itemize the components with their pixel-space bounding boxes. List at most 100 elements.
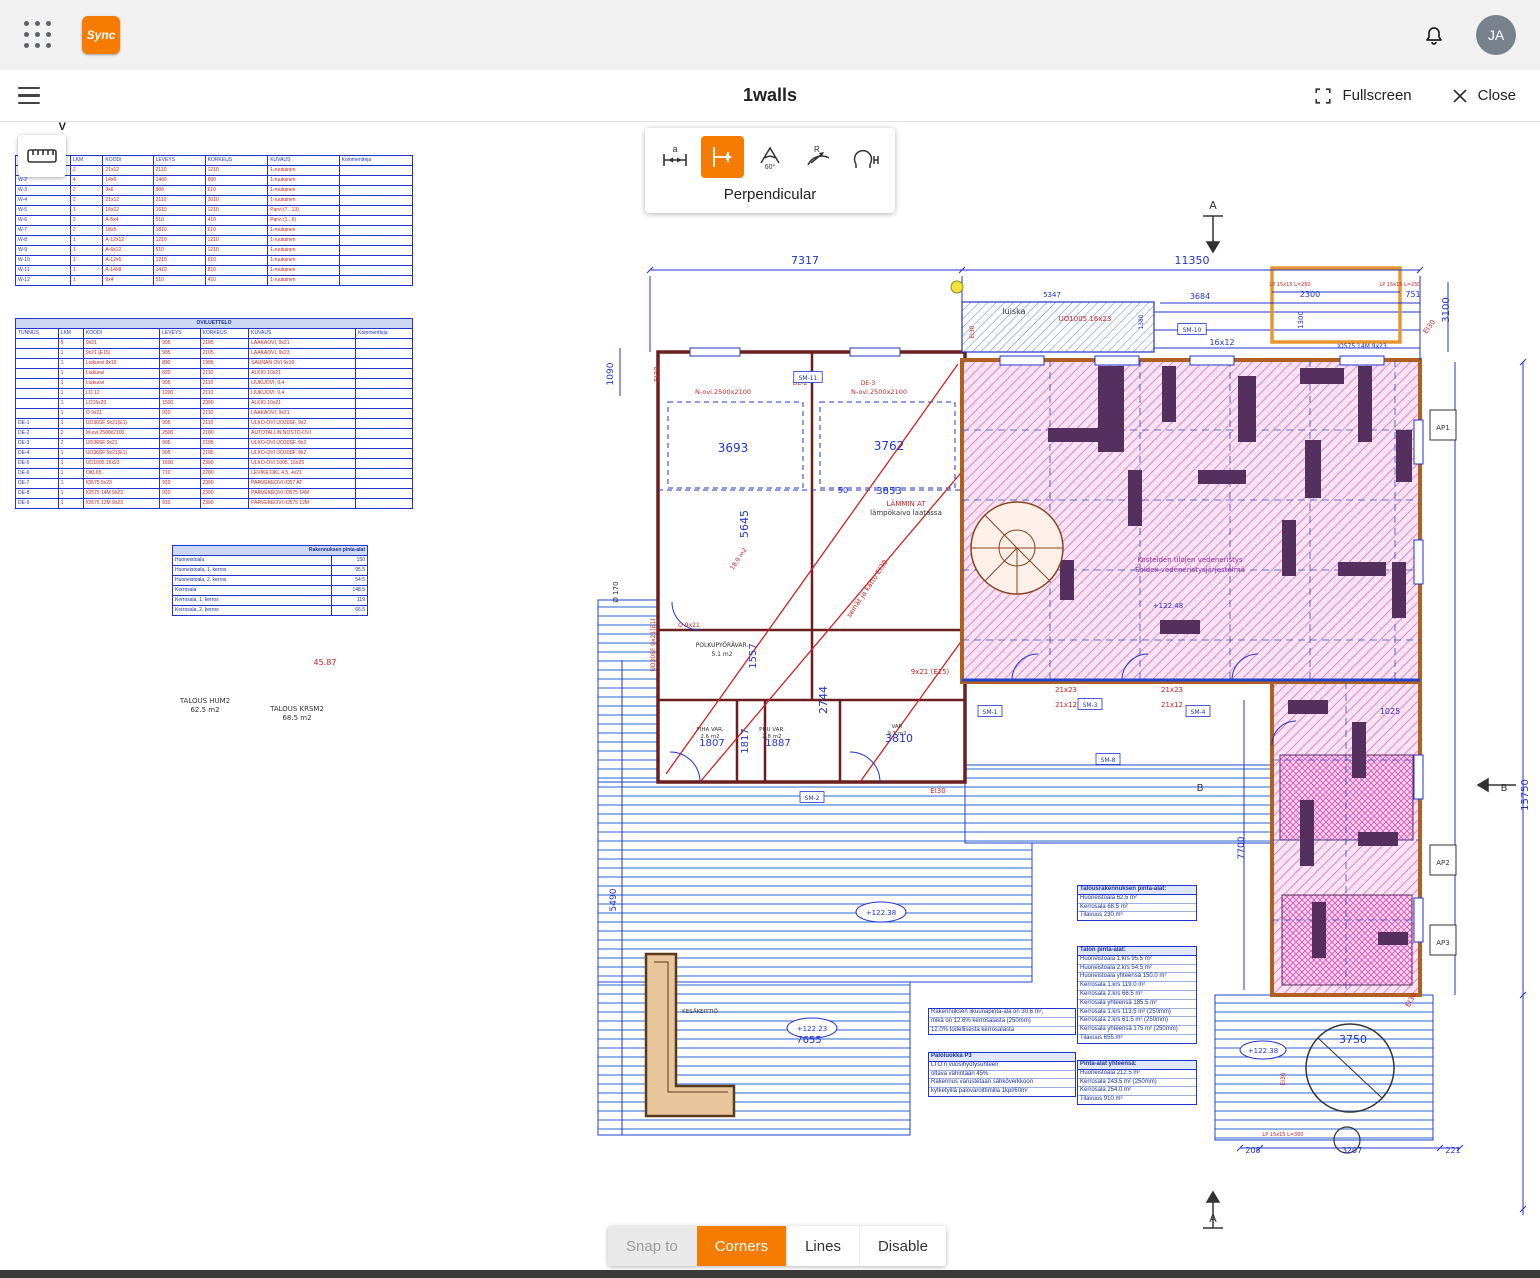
aligned-dimension-tool[interactable]: a [653, 136, 697, 178]
plan-label: lämpökaivo laatassa [870, 509, 942, 517]
survey-point [951, 281, 963, 293]
table-row: W-329x69006101-ruutuinen [16, 186, 413, 196]
plan-label: 50 [838, 486, 848, 495]
snap-lines-button[interactable]: Lines [786, 1226, 859, 1266]
apps-grid-icon[interactable] [24, 21, 52, 49]
ramp-luiska [962, 302, 1154, 352]
plan-label: 3207 [1342, 1146, 1362, 1155]
spiral-stair [971, 502, 1063, 594]
table-row: 19x21 (E15)9052105LAAKAOVI, 9x23 [16, 349, 413, 359]
fullscreen-button[interactable]: Fullscreen [1314, 87, 1411, 105]
close-button[interactable]: Close [1452, 87, 1516, 104]
arc-dimension-tool[interactable] [843, 136, 887, 178]
table-row: DE-22M-ovi 2500x210025002100AUTOTALLIN N… [16, 429, 413, 439]
table-row: DE-91IO575 12M 9x239102300PARVEKEOVI IO5… [16, 499, 413, 509]
table-row: W-91A-6x1261012101-ruutuinen [16, 246, 413, 256]
table-row: DE-81IO575 14M 9x239102300PARVEKEOVI IO5… [16, 489, 413, 499]
plan-label: 221 [1445, 1146, 1460, 1155]
plan-label: SM-3 [1083, 702, 1098, 709]
plan-label: 3693 [718, 441, 749, 455]
table-row: 1O 9x219102110LAAKAOVI, 9x21 [16, 409, 413, 419]
plan-label: 9x21 (E15) [911, 668, 950, 676]
sync-logo[interactable]: Sync [82, 16, 120, 54]
menu-icon[interactable] [18, 87, 40, 105]
angle-dimension-icon: 60° [755, 144, 785, 170]
shortcut-v-label: V [59, 121, 66, 133]
table-row: 1Liukuovi8202110ALKIO 10x21 [16, 369, 413, 379]
plan-label: IO575 14M 9x23 [1337, 343, 1387, 350]
snap-disable-button[interactable]: Disable [859, 1226, 946, 1266]
floor-plan-canvas[interactable]: 7317113503100157501090549036933762385350… [0, 122, 1540, 1270]
active-tool-label: Perpendicular [653, 186, 887, 203]
table-row: 1LO 1212002110LIUKUOVI, 9,4 [16, 389, 413, 399]
canopy-outline [1272, 268, 1400, 342]
table-row: Kerrosala148.5 [173, 586, 368, 596]
plan-label: UO1005 16x23 [1059, 315, 1112, 323]
plan-label: DE-3 [861, 380, 876, 387]
table-row: W-111A-14x814108101-ruutuinen [16, 266, 413, 276]
document-title: 1walls [0, 85, 1540, 106]
plan-label: 3684 [1190, 292, 1210, 301]
table-row: DE-51UO1005 16x2316002300ULKO-OVI 1005, … [16, 459, 413, 469]
plan-info-box: Rakennuksen likuunapinta-ala on 30,6 m²,… [928, 1008, 1076, 1035]
perpendicular-dimension-tool[interactable] [701, 136, 745, 178]
user-avatar[interactable]: JA [1476, 15, 1516, 55]
plan-label: EI30 [653, 366, 661, 381]
plan-label: LÄMMIN AT [887, 499, 927, 508]
plan-info-box: Talousrakennuksen pinta-alat:Huoneistoal… [1077, 885, 1197, 921]
table-row: W-62A-5x4510410Parvi (1...6) [16, 216, 413, 226]
measure-tool-button[interactable]: V [18, 135, 66, 177]
plan-label: LP 15x15 L=300 [1262, 1132, 1303, 1138]
plan-label: PUU VAR. [759, 727, 785, 733]
ruler-icon [27, 146, 57, 166]
plan-label: SM-10 [1183, 327, 1202, 334]
close-label: Close [1478, 87, 1516, 104]
table-row: W-101A-12x612106101-ruutuinen [16, 256, 413, 266]
schedule-table: Rakennuksen pinta-alatHuoneistoala150Huo… [172, 545, 368, 616]
plan-label: 7655 [796, 1035, 821, 1046]
plan-label: EI30 [1280, 1072, 1287, 1085]
plan-label: 3100 [1441, 297, 1452, 322]
dimension-tool-palette: a 60° R [645, 128, 895, 213]
plan-label: 3762 [874, 439, 905, 453]
plan-label: Soidex vedeneristysjärjestelmä [1135, 566, 1245, 574]
plan-label: SM-11 [799, 375, 818, 382]
plan-label: Kosteiden tilojen vedeneristys [1137, 556, 1243, 564]
snap-to-label: Snap to [608, 1226, 696, 1266]
plan-label: +122.48 [1153, 602, 1183, 610]
notifications-bell-icon[interactable] [1422, 23, 1446, 47]
plan-label: PIHA VAR. [696, 727, 723, 733]
plan-label: 1090 [606, 362, 616, 385]
plan-label: luiska [1002, 307, 1025, 316]
plan-label: Ø 170 [612, 581, 620, 602]
table-row: DE-32UO30SF 9x219052105ULKO-OVI UO30SF, … [16, 439, 413, 449]
plan-label: 3853 [876, 486, 901, 497]
window-schedule-table: TUNNUSLKMKOODILEVEYSKORKEUSKUVAUSKomment… [15, 155, 413, 286]
plan-label: LP 15x15 L=250 [1269, 282, 1310, 288]
plan-label: 208 [1245, 1146, 1260, 1155]
schedule-table: OVILUETTELOTUNNUSLKMKOODILEVEYSKORKEUSKU… [15, 318, 413, 509]
plan-label: UO30SF 9x21(E1) [650, 618, 657, 671]
plan-label: 16x12 [1209, 338, 1234, 347]
snap-corners-button[interactable]: Corners [696, 1226, 786, 1266]
radius-dimension-tool[interactable]: R [796, 136, 840, 178]
svg-text:60°: 60° [765, 163, 776, 170]
table-row: DE-71IO575 9x239102300PARVEKEOVI IO57 AT [16, 479, 413, 489]
area-schedule-table: Rakennuksen pinta-alatHuoneistoala150Huo… [172, 545, 368, 616]
plan-label: 1817 [740, 728, 751, 753]
table-row: Kerrosala, 1. kerros119 [173, 596, 368, 606]
angle-dimension-tool[interactable]: 60° [748, 136, 792, 178]
table-row: 1Liukuovi9052110LIUKUOVI, 9,4 [16, 379, 413, 389]
plan-label: 11350 [1175, 254, 1210, 267]
radius-dimension-icon: R [803, 144, 833, 170]
table-row: W-4221x12211020101-ruutuinen [16, 196, 413, 206]
plan-label: 1300 [1297, 311, 1305, 329]
plan-label: EI30 [1422, 318, 1437, 335]
aligned-dimension-icon: a [660, 144, 690, 170]
plan-label: B [1501, 783, 1508, 794]
table-row: W-1221x12211012101-ruutuinen [16, 166, 413, 176]
plan-label: 21x23 [1055, 686, 1077, 694]
plan-label: 2744 [817, 686, 830, 714]
table-row: W-1219x45104101-ruutuinen [16, 276, 413, 286]
plan-info-box: Pinta-alat yhteensä:Huoneistoala 212.5 m… [1077, 1060, 1197, 1105]
